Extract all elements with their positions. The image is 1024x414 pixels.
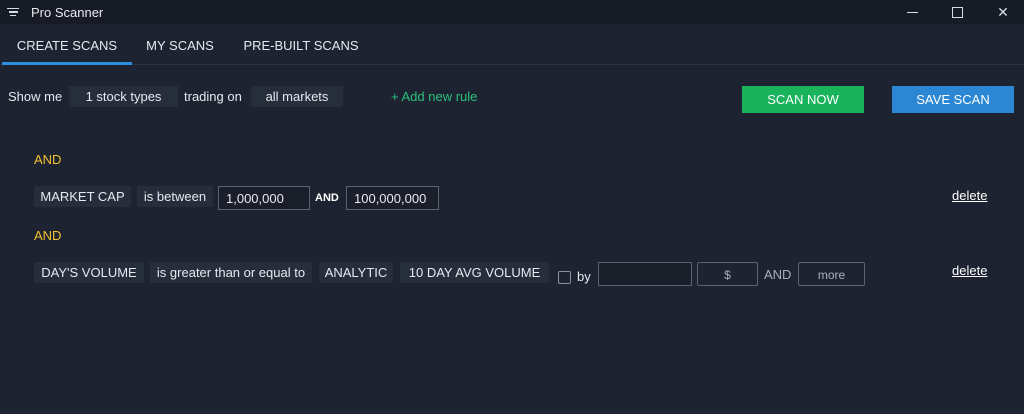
compare-field-dropdown[interactable]: 10 DAY AVG VOLUME: [400, 262, 549, 283]
rule-field-dropdown[interactable]: DAY'S VOLUME: [34, 262, 144, 283]
by-value-input[interactable]: [598, 262, 692, 286]
title-bar: Pro Scanner: [0, 0, 1024, 24]
close-icon[interactable]: ✕: [983, 0, 1023, 24]
by-checkbox[interactable]: [558, 271, 571, 284]
more-button[interactable]: more: [798, 262, 865, 286]
rule-connector: AND: [34, 228, 62, 243]
rule-connector: AND: [34, 152, 62, 167]
add-rule-link[interactable]: + Add new rule: [391, 86, 477, 107]
value-to-input[interactable]: 100,000,000: [346, 186, 439, 210]
window-title: Pro Scanner: [31, 4, 104, 20]
save-scan-button[interactable]: SAVE SCAN: [892, 86, 1014, 113]
rule-operator-dropdown[interactable]: is between: [137, 186, 213, 207]
stock-types-dropdown[interactable]: 1 stock types: [69, 86, 178, 107]
tab-bar: CREATE SCANS MY SCANS PRE-BUILT SCANS: [0, 24, 1024, 65]
maximize-icon[interactable]: [937, 0, 977, 24]
delete-rule-link[interactable]: delete: [952, 263, 987, 278]
scan-now-button[interactable]: SCAN NOW: [742, 86, 864, 113]
value-from-input[interactable]: 1,000,000: [218, 186, 310, 210]
delete-rule-link[interactable]: delete: [952, 188, 987, 203]
markets-dropdown[interactable]: all markets: [251, 86, 343, 107]
trading-on-label: trading on: [184, 89, 242, 104]
and-label: AND: [315, 192, 339, 204]
tab-pre-built-scans[interactable]: PRE-BUILT SCANS: [230, 24, 372, 64]
rule-field-dropdown[interactable]: MARKET CAP: [34, 186, 131, 207]
tab-my-scans[interactable]: MY SCANS: [137, 24, 223, 64]
compare-type-dropdown[interactable]: ANALYTIC: [319, 262, 393, 283]
rule-operator-dropdown[interactable]: is greater than or equal to: [150, 262, 312, 283]
show-me-label: Show me: [8, 89, 63, 104]
tab-create-scans[interactable]: CREATE SCANS: [2, 24, 132, 65]
and-label: AND: [764, 267, 792, 282]
minimize-icon[interactable]: [892, 0, 932, 24]
menu-icon[interactable]: [7, 7, 21, 17]
unit-dollar-button[interactable]: $: [697, 262, 758, 286]
by-label: by: [577, 269, 591, 284]
